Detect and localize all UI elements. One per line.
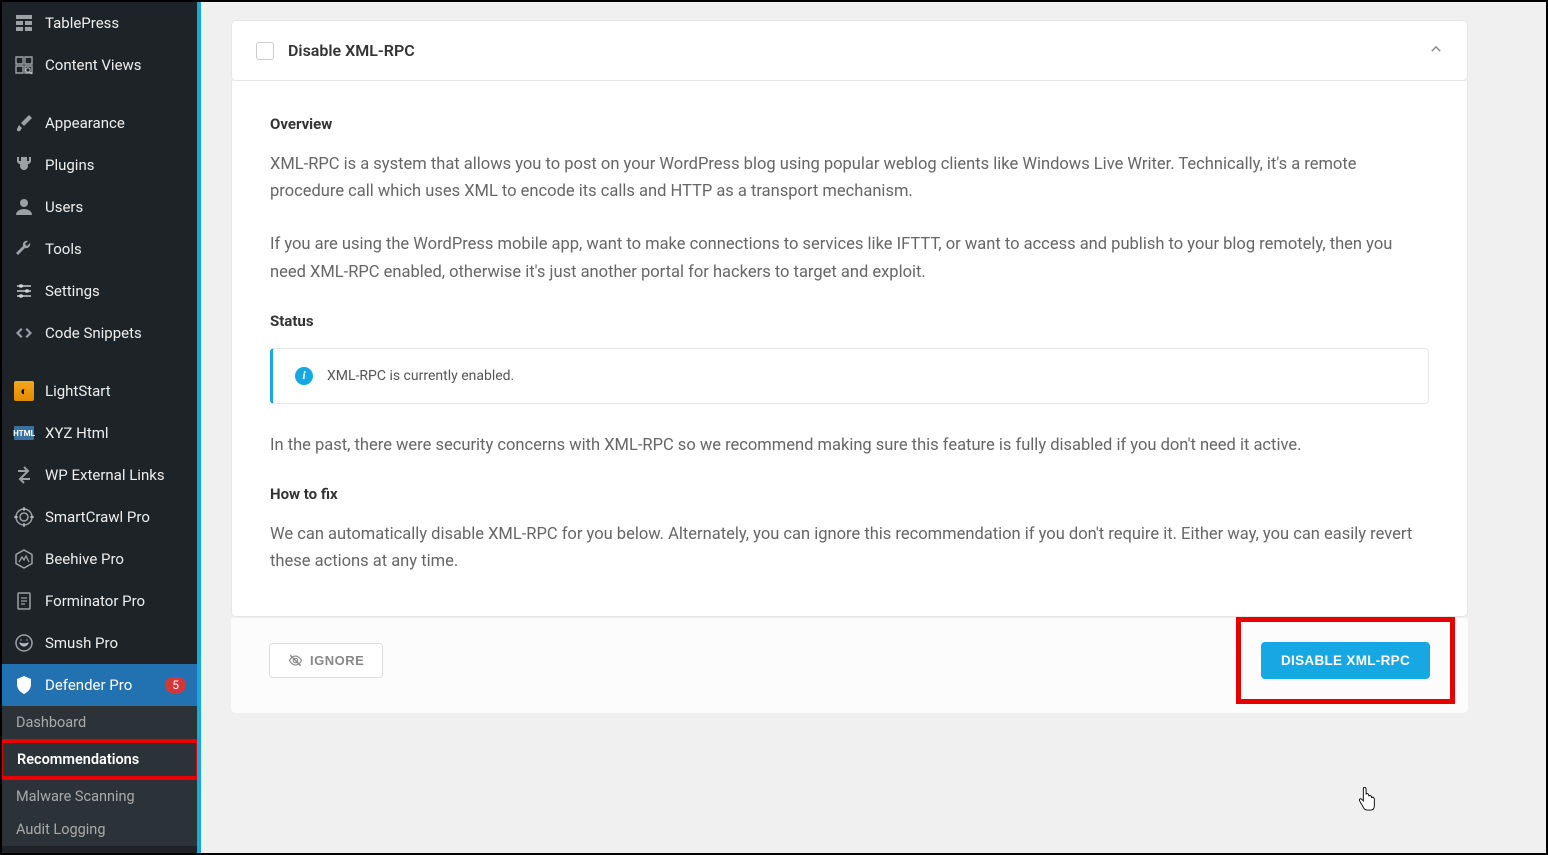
- sidebar-item-forminator[interactable]: Forminator Pro: [2, 580, 197, 622]
- accordion-panel: Overview XML-RPC is a system that allows…: [231, 81, 1468, 617]
- ignore-label: IGNORE: [310, 653, 364, 668]
- sidebar-item-xyz-html[interactable]: HTML XYZ Html: [2, 412, 197, 454]
- status-paragraph: In the past, there were security concern…: [270, 432, 1429, 459]
- main-content: Disable XML-RPC Overview XML-RPC is a sy…: [197, 2, 1546, 853]
- sidebar-item-content-views[interactable]: Content Views: [2, 44, 197, 86]
- user-icon: [13, 196, 35, 218]
- overview-paragraph-1: XML-RPC is a system that allows you to p…: [270, 151, 1429, 205]
- panel-footer: IGNORE DISABLE XML-RPC: [231, 617, 1468, 713]
- accordion-header[interactable]: Disable XML-RPC: [231, 20, 1468, 81]
- sidebar-item-plugins[interactable]: Plugins: [2, 144, 197, 186]
- overview-heading: Overview: [270, 115, 1429, 133]
- info-icon: i: [295, 367, 313, 385]
- highlight-annotation: DISABLE XML-RPC: [1236, 617, 1455, 704]
- notification-badge: 5: [165, 677, 186, 693]
- status-notice: i XML-RPC is currently enabled.: [270, 348, 1429, 404]
- accordion-checkbox[interactable]: [256, 42, 274, 60]
- wrench-icon: [13, 238, 35, 260]
- ignore-button[interactable]: IGNORE: [269, 643, 383, 678]
- sidebar-item-label: SmartCrawl Pro: [45, 508, 186, 526]
- sidebar-item-label: Appearance: [45, 114, 186, 132]
- brush-icon: [13, 112, 35, 134]
- sidebar-item-beehive[interactable]: Beehive Pro: [2, 538, 197, 580]
- target-icon: [13, 506, 35, 528]
- how-to-fix-paragraph: We can automatically disable XML-RPC for…: [270, 521, 1429, 575]
- highlight-annotation: Recommendations: [2, 739, 197, 780]
- accent-bar: [197, 2, 201, 853]
- how-to-fix-heading: How to fix: [270, 485, 1429, 503]
- sidebar-item-label: Plugins: [45, 156, 186, 174]
- cursor-pointer-icon: [1356, 787, 1378, 817]
- table-icon: [13, 12, 35, 34]
- sidebar-item-wp-external-links[interactable]: WP External Links: [2, 454, 197, 496]
- sidebar-item-label: Settings: [45, 282, 186, 300]
- sidebar-item-tablepress[interactable]: TablePress: [2, 2, 197, 44]
- html-icon: HTML: [13, 422, 35, 444]
- sidebar-item-code-snippets[interactable]: Code Snippets: [2, 312, 197, 354]
- sidebar-item-defender[interactable]: Defender Pro 5: [2, 664, 197, 706]
- beehive-icon: [13, 548, 35, 570]
- grid-icon: [13, 54, 35, 76]
- plug-icon: [13, 154, 35, 176]
- overview-paragraph-2: If you are using the WordPress mobile ap…: [270, 231, 1429, 285]
- sidebar-item-tools[interactable]: Tools: [2, 228, 197, 270]
- sidebar-item-label: TablePress: [45, 14, 186, 32]
- lightstart-icon: ◐: [13, 380, 35, 402]
- disable-xmlrpc-button[interactable]: DISABLE XML-RPC: [1261, 642, 1430, 679]
- smush-icon: [13, 632, 35, 654]
- submenu-malware-scanning[interactable]: Malware Scanning: [2, 780, 197, 813]
- eye-off-icon: [288, 653, 303, 668]
- status-heading: Status: [270, 312, 1429, 330]
- sidebar-item-smush[interactable]: Smush Pro: [2, 622, 197, 664]
- shield-icon: [13, 674, 35, 696]
- submenu-recommendations[interactable]: Recommendations: [3, 743, 196, 776]
- sidebar-item-label: XYZ Html: [45, 424, 186, 442]
- sidebar-item-label: Tools: [45, 240, 186, 258]
- sliders-icon: [13, 280, 35, 302]
- chevron-up-icon[interactable]: [1429, 41, 1443, 60]
- sidebar-item-label: Code Snippets: [45, 324, 186, 342]
- submenu-audit-logging[interactable]: Audit Logging: [2, 813, 197, 846]
- status-message: XML-RPC is currently enabled.: [327, 368, 514, 384]
- sidebar-item-label: Smush Pro: [45, 634, 186, 652]
- code-icon: [13, 322, 35, 344]
- defender-submenu: Dashboard Recommendations Malware Scanni…: [2, 706, 197, 846]
- sidebar-item-users[interactable]: Users: [2, 186, 197, 228]
- admin-sidebar: TablePress Content Views Appearance Plug…: [2, 2, 197, 853]
- sidebar-item-label: Defender Pro: [45, 676, 151, 694]
- accordion-title: Disable XML-RPC: [288, 41, 1415, 60]
- sidebar-item-lightstart[interactable]: ◐ LightStart: [2, 370, 197, 412]
- sidebar-item-label: WP External Links: [45, 466, 186, 484]
- sidebar-item-settings[interactable]: Settings: [2, 270, 197, 312]
- external-link-icon: [13, 464, 35, 486]
- sidebar-item-label: Beehive Pro: [45, 550, 186, 568]
- sidebar-item-label: Content Views: [45, 56, 186, 74]
- sidebar-item-label: Users: [45, 198, 186, 216]
- sidebar-item-label: Forminator Pro: [45, 592, 186, 610]
- sidebar-item-smartcrawl[interactable]: SmartCrawl Pro: [2, 496, 197, 538]
- submenu-dashboard[interactable]: Dashboard: [2, 706, 197, 739]
- clipboard-icon: [13, 590, 35, 612]
- sidebar-item-appearance[interactable]: Appearance: [2, 102, 197, 144]
- sidebar-item-label: LightStart: [45, 382, 186, 400]
